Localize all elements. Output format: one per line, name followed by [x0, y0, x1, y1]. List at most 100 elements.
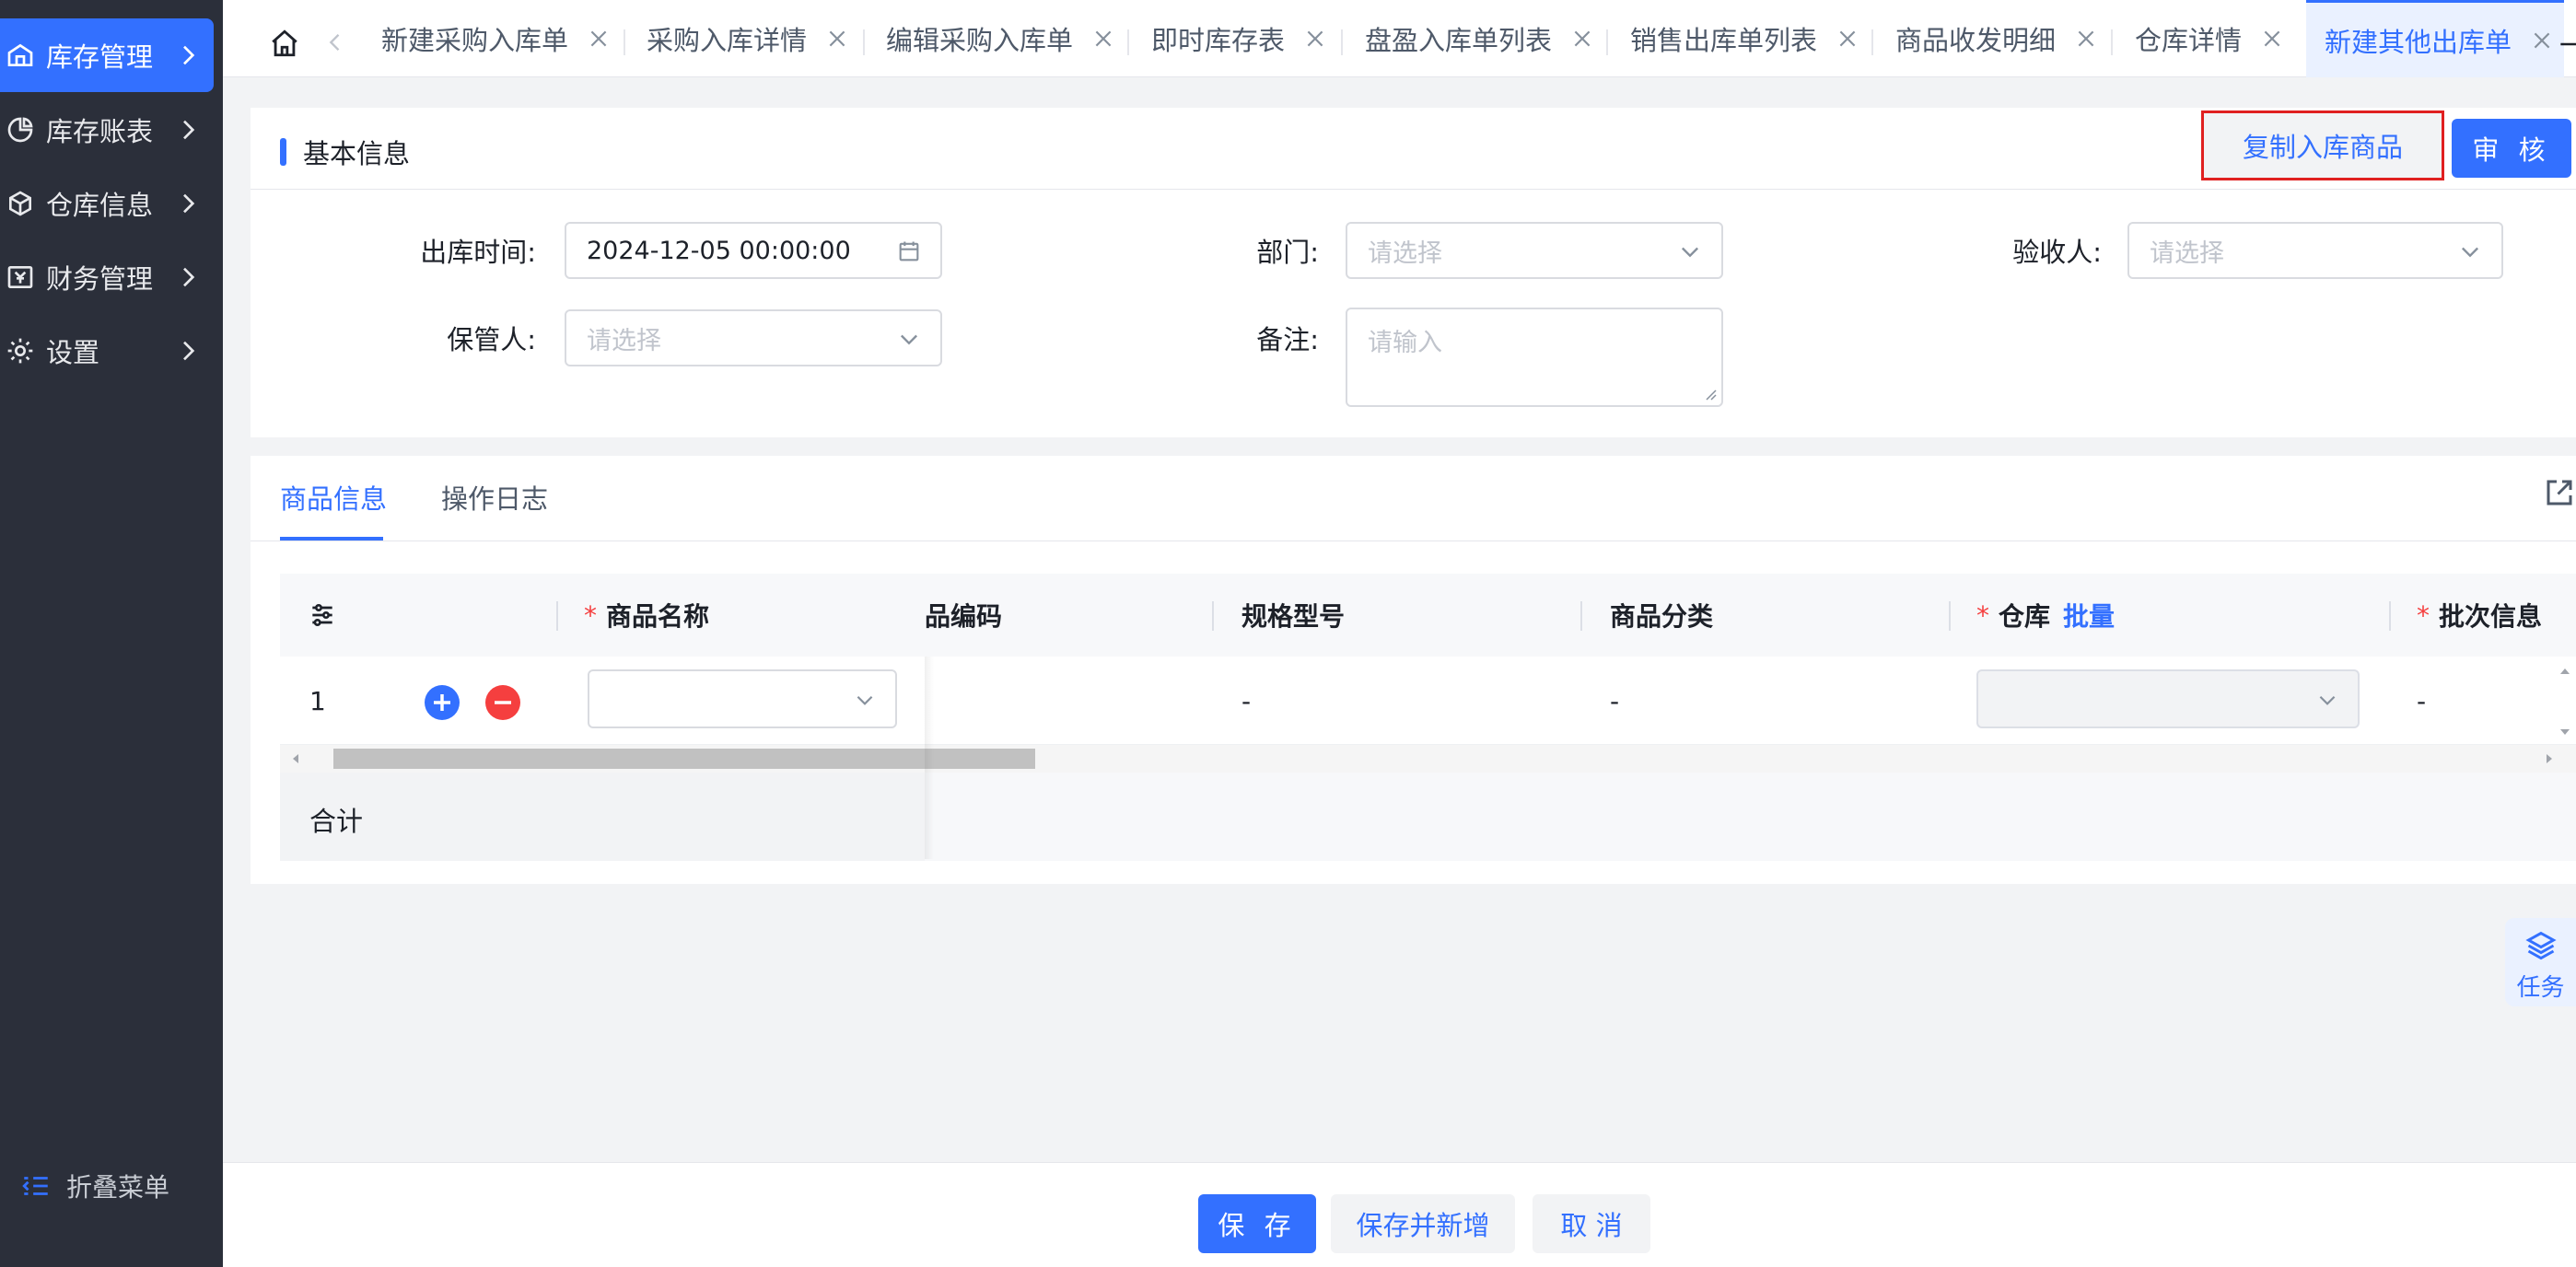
sidebar-item-settings[interactable]: 设置: [0, 314, 214, 388]
inspector-select[interactable]: 请选择: [2127, 222, 2503, 279]
tab-surplus-inbound-list[interactable]: 盘盈入库单列表: [1365, 0, 1594, 77]
required-mark: *: [1976, 599, 1989, 631]
chevron-down-icon: [901, 334, 917, 345]
close-icon[interactable]: [2530, 29, 2554, 52]
task-float-button[interactable]: 任务: [2505, 918, 2576, 1006]
save-and-new-button[interactable]: 保存并新增: [1331, 1194, 1515, 1253]
column-separator: [1580, 601, 1582, 631]
scroll-up-icon[interactable]: [2558, 664, 2572, 679]
department-select[interactable]: 请选择: [1346, 222, 1723, 279]
close-icon[interactable]: [1570, 27, 1594, 51]
copy-inbound-goods-button[interactable]: 复制入库商品: [2201, 110, 2444, 180]
title-accent-bar: [280, 138, 286, 166]
tab-goods-info[interactable]: 商品信息: [280, 478, 387, 517]
tab-purchase-inbound-detail[interactable]: 采购入库详情: [647, 0, 849, 77]
save-button[interactable]: 保 存: [1198, 1194, 1316, 1253]
column-header-batch-info: * 批次信息: [2417, 574, 2542, 657]
scroll-right-icon[interactable]: [2543, 752, 2556, 765]
column-header-goods-name: * 商品名称: [584, 574, 709, 657]
chevron-down-icon: [1682, 247, 1698, 258]
close-icon[interactable]: [825, 27, 849, 51]
tab-bar: 新建采购入库单 采购入库详情 编辑采购入库单 即时库存表 盘盈入库单列表 销售出…: [223, 0, 2576, 77]
scroll-left-icon[interactable]: [289, 752, 302, 765]
column-separator: [556, 601, 558, 631]
remove-row-button[interactable]: [484, 684, 521, 721]
column-header-label: 批次信息: [2439, 601, 2543, 632]
sidebar-item-warehouse-info[interactable]: 仓库信息: [0, 167, 214, 240]
chevron-right-icon: [183, 267, 195, 287]
close-icon[interactable]: [2074, 27, 2098, 51]
bottom-action-bar: 保 存 保存并新增 取 消: [223, 1162, 2576, 1267]
chevron-left-icon[interactable]: [322, 29, 348, 55]
chevron-right-icon: [183, 341, 195, 361]
plus-circle-icon: [425, 685, 460, 720]
tab-separator: [624, 29, 625, 55]
batch-set-warehouse-link[interactable]: 批量: [2063, 597, 2115, 634]
batch-info-cell: -: [2417, 685, 2427, 716]
inspector-label: 验收人:: [2012, 237, 2102, 268]
warehouse-icon: [2, 37, 39, 74]
warehouse-select[interactable]: [1976, 669, 2360, 728]
more-tabs-icon[interactable]: [2558, 35, 2576, 53]
column-header-category: 商品分类: [1610, 601, 1714, 632]
tab-separator: [1606, 29, 1608, 55]
add-row-button[interactable]: [424, 684, 460, 721]
tab-sales-outbound-list[interactable]: 销售出库单列表: [1630, 0, 1859, 77]
chevron-down-icon: [857, 695, 873, 705]
tab-warehouse-detail[interactable]: 仓库详情: [2135, 0, 2284, 77]
sidebar-item-label: 仓库信息: [46, 190, 154, 221]
tab-edit-purchase-inbound[interactable]: 编辑采购入库单: [886, 0, 1115, 77]
required-mark: *: [584, 599, 597, 631]
close-icon[interactable]: [2260, 27, 2284, 51]
sidebar-item-inventory-management[interactable]: 库存管理: [0, 18, 214, 92]
column-separator: [2389, 601, 2391, 631]
scroll-down-icon[interactable]: [2558, 725, 2572, 739]
chevron-down-icon: [2462, 247, 2478, 258]
sidebar-item-label: 设置: [46, 337, 100, 368]
close-icon[interactable]: [587, 27, 611, 51]
department-label: 部门:: [1256, 237, 1319, 268]
sidebar-item-finance-management[interactable]: 财务管理: [0, 240, 214, 314]
row-index: 1: [309, 685, 326, 716]
sidebar-item-inventory-ledger[interactable]: 库存账表: [0, 93, 214, 167]
tab-separator: [863, 29, 865, 55]
layers-icon: [2524, 931, 2557, 960]
basic-info-title: 基本信息: [303, 138, 411, 169]
home-icon[interactable]: [269, 28, 300, 59]
close-icon[interactable]: [1091, 27, 1115, 51]
close-icon[interactable]: [1836, 27, 1859, 51]
resize-grip-icon[interactable]: [1703, 387, 1718, 401]
cube-icon: [2, 185, 39, 222]
remark-textarea[interactable]: 请输入: [1346, 308, 1723, 407]
goods-name-select[interactable]: [588, 669, 897, 728]
outbound-time-picker[interactable]: 2024-12-05 00:00:00: [565, 222, 942, 279]
tab-label: 盘盈入库单列表: [1365, 25, 1553, 56]
gear-icon: [2, 332, 39, 369]
remark-placeholder: 请输入: [1368, 329, 1442, 357]
tab-operation-log[interactable]: 操作日志: [441, 478, 548, 517]
fullscreen-icon[interactable]: [2543, 476, 2576, 509]
audit-button[interactable]: 审 核: [2452, 119, 2571, 178]
horizontal-scrollbar[interactable]: [280, 745, 2576, 773]
column-header-label: 仓库: [1999, 601, 2051, 632]
sum-label: 合计: [309, 806, 364, 837]
tab-goods-io-detail[interactable]: 商品收发明细: [1895, 0, 2098, 77]
tab-separator: [1341, 29, 1343, 55]
chevron-right-icon: [183, 45, 195, 65]
section-title: 基本信息: [280, 134, 410, 170]
divider: [251, 189, 2576, 190]
keeper-placeholder: 请选择: [587, 326, 661, 355]
tab-realtime-inventory[interactable]: 即时库存表: [1151, 0, 1327, 77]
outbound-time-value: 2024-12-05 00:00:00: [587, 236, 851, 265]
cancel-button[interactable]: 取 消: [1533, 1194, 1650, 1253]
category-cell: -: [1610, 685, 1620, 716]
tab-new-purchase-inbound[interactable]: 新建采购入库单: [381, 0, 611, 77]
collapse-menu-button[interactable]: 折叠菜单: [20, 1168, 169, 1204]
tab-new-other-outbound[interactable]: 新建其他出库单: [2306, 0, 2564, 77]
finance-icon: [2, 259, 39, 296]
close-icon[interactable]: [1303, 27, 1327, 51]
keeper-select[interactable]: 请选择: [565, 309, 942, 366]
keeper-label: 保管人:: [447, 324, 536, 355]
tab-label: 新建其他出库单: [2325, 26, 2512, 58]
column-settings-icon[interactable]: [308, 600, 337, 630]
